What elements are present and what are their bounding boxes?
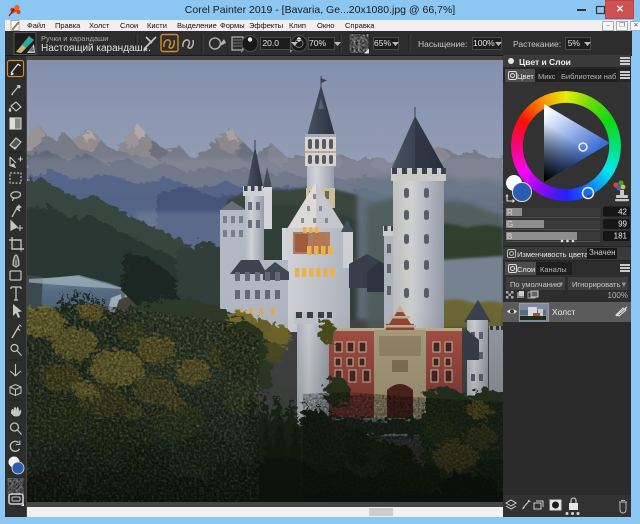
svg-text:R: R <box>507 208 513 217</box>
svg-text:42: 42 <box>618 208 627 217</box>
svg-text:99: 99 <box>618 220 627 229</box>
svg-text:B: B <box>507 232 512 241</box>
svg-text:100%: 100% <box>608 291 628 300</box>
svg-text:G: G <box>507 220 513 229</box>
svg-text:181: 181 <box>614 232 628 241</box>
